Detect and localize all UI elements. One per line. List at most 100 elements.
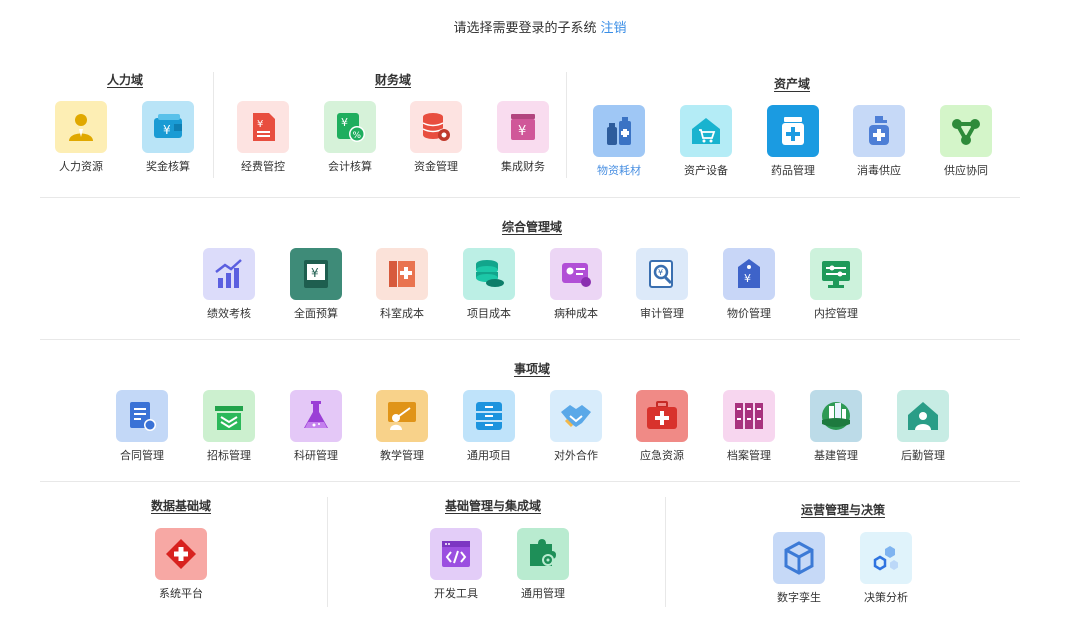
tile-label: 系统平台: [159, 587, 203, 600]
bar-chart-up-icon: [203, 248, 255, 300]
divider: [40, 481, 1020, 482]
tile-label: 物价管理: [727, 307, 771, 320]
database-gear-icon: [410, 101, 462, 153]
tile-label: 科研管理: [294, 449, 338, 462]
group-title-infrastructure: 基础管理与集成域: [444, 499, 542, 513]
tile-disease-cost[interactable]: 病种成本: [544, 248, 608, 321]
ledger-book-icon: ¥: [290, 248, 342, 300]
tile-capital-management[interactable]: 资金管理: [404, 101, 468, 174]
handshake-icon: [550, 390, 602, 442]
page-header: 请选择需要登录的子系统 注销: [0, 17, 1080, 36]
divider: [40, 339, 1020, 340]
group-title-affairs: 事项域: [513, 362, 551, 376]
tile-system-platform[interactable]: 系统平台: [149, 528, 213, 601]
svg-text:¥: ¥: [257, 119, 263, 130]
tile-performance-assessment[interactable]: 绩效考核: [197, 248, 261, 321]
svg-text:¥: ¥: [658, 268, 663, 277]
stacked-layers-icon: [203, 390, 255, 442]
tile-label: 决策分析: [864, 591, 908, 604]
invoice-icon: ¥: [237, 101, 289, 153]
tile-price-management[interactable]: ¥ 物价管理: [717, 248, 781, 321]
svg-text:¥: ¥: [518, 124, 526, 139]
tile-label: 内控管理: [814, 307, 858, 320]
calculator-percent-icon: ¥%: [324, 101, 376, 153]
svg-text:¥: ¥: [163, 123, 171, 137]
tile-emergency-resources[interactable]: 应急资源: [630, 390, 694, 463]
tile-construction-management[interactable]: 基建管理: [804, 390, 868, 463]
group-title-operations-decision: 运营管理与决策: [800, 503, 886, 517]
network-nodes-icon: [940, 105, 992, 157]
tile-accounting[interactable]: ¥% 会计核算: [318, 101, 382, 174]
tile-integrated-finance[interactable]: ¥ 集成财务: [491, 101, 555, 174]
tile-research-management[interactable]: 科研管理: [284, 390, 348, 463]
wallet-icon: ¥: [142, 101, 194, 153]
tile-label: 科室成本: [380, 307, 424, 320]
tile-label: 通用项目: [467, 449, 511, 462]
tile-internal-control[interactable]: 内控管理: [804, 248, 868, 321]
tile-archive-management[interactable]: 档案管理: [717, 390, 781, 463]
diamond-cross-icon: [155, 528, 207, 580]
tile-logistics-management[interactable]: 后勤管理: [891, 390, 955, 463]
tile-comprehensive-budget[interactable]: ¥ 全面预算: [284, 248, 348, 321]
teacher-board-icon: [376, 390, 428, 442]
tile-label: 消毒供应: [857, 164, 901, 177]
tile-label: 开发工具: [434, 587, 478, 600]
id-card-icon: [550, 248, 602, 300]
tile-label: 后勤管理: [901, 449, 945, 462]
tile-hr-resources[interactable]: 人力资源: [49, 101, 113, 174]
group-title-asset: 资产域: [773, 77, 811, 91]
svg-text:¥: ¥: [341, 116, 348, 129]
group-title-integrated-management: 综合管理域: [501, 220, 563, 234]
sanitizer-bottle-icon: [853, 105, 905, 157]
logout-link[interactable]: 注销: [601, 21, 627, 36]
tile-project-cost[interactable]: 项目成本: [457, 248, 521, 321]
puzzle-gear-icon: [517, 528, 569, 580]
coin-stack-icon: [463, 248, 515, 300]
group-title-data-foundation: 数据基础域: [150, 499, 212, 513]
tile-label: 合同管理: [120, 449, 164, 462]
tile-drug-management[interactable]: 药品管理: [761, 105, 825, 178]
tile-digital-twin[interactable]: 数字孪生: [767, 532, 831, 605]
flask-icon: [290, 390, 342, 442]
tile-audit-management[interactable]: ¥ 审计管理: [630, 248, 694, 321]
city-globe-icon: [810, 390, 862, 442]
tile-teaching-management[interactable]: 教学管理: [370, 390, 434, 463]
house-cart-icon: [680, 105, 732, 157]
contract-document-icon: [116, 390, 168, 442]
tile-label: 资金管理: [414, 160, 458, 173]
tile-development-tools[interactable]: 开发工具: [424, 528, 488, 601]
tile-bidding-management[interactable]: 招标管理: [197, 390, 261, 463]
tile-bonus-accounting[interactable]: ¥ 奖金核算: [136, 101, 200, 174]
tile-label: 供应协同: [944, 164, 988, 177]
tile-general-management[interactable]: 通用管理: [511, 528, 575, 601]
divider: [566, 72, 567, 178]
archive-binders-icon: [723, 390, 775, 442]
tile-department-cost[interactable]: 科室成本: [370, 248, 434, 321]
tile-label: 招标管理: [207, 449, 251, 462]
first-aid-kit-icon: [636, 390, 688, 442]
tile-supply-collaboration[interactable]: 供应协同: [934, 105, 998, 178]
tile-disinfection-supply[interactable]: 消毒供应: [847, 105, 911, 178]
tile-label: 资产设备: [684, 164, 728, 177]
tile-label: 经费管控: [241, 160, 285, 173]
tile-label: 全面预算: [294, 307, 338, 320]
tile-fund-control[interactable]: ¥ 经费管控: [231, 101, 295, 174]
tile-contract-management[interactable]: 合同管理: [110, 390, 174, 463]
header-prompt: 请选择需要登录的子系统: [453, 21, 597, 36]
tile-decision-analysis[interactable]: 决策分析: [854, 532, 918, 605]
tile-external-cooperation[interactable]: 对外合作: [544, 390, 608, 463]
tile-label: 绩效考核: [207, 307, 251, 320]
divider: [665, 497, 666, 607]
tile-label: 会计核算: [328, 160, 372, 173]
hexagon-network-icon: [860, 532, 912, 584]
medical-folder-icon: [376, 248, 428, 300]
price-tag-icon: ¥: [723, 248, 775, 300]
tile-asset-equipment[interactable]: 资产设备: [674, 105, 738, 178]
svg-text:¥: ¥: [311, 266, 319, 280]
tile-label: 档案管理: [727, 449, 771, 462]
tile-material-consumables[interactable]: 物资耗材: [587, 105, 651, 178]
tile-label: 药品管理: [771, 164, 815, 177]
tile-label: 奖金核算: [146, 160, 190, 173]
divider: [327, 497, 328, 607]
tile-general-project[interactable]: 通用项目: [457, 390, 521, 463]
